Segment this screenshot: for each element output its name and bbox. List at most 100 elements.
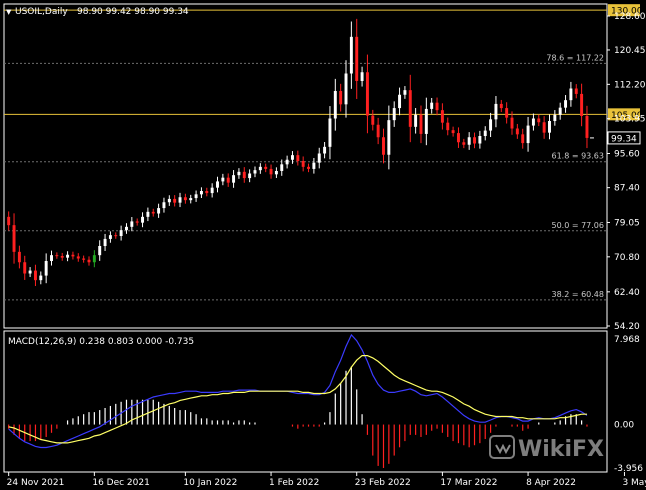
price-tick-label: 87.40 — [614, 184, 640, 194]
candle-body — [467, 137, 471, 145]
watermark-text: WikiFX — [518, 437, 604, 462]
candle-body — [39, 275, 43, 281]
fib-level-label: 50.0 = 77.06 — [551, 221, 604, 230]
candle-body — [119, 230, 123, 236]
candle-body — [60, 256, 64, 258]
candle-body — [456, 133, 460, 143]
candle-body — [333, 91, 337, 119]
candle-body — [478, 136, 482, 144]
candle-body — [108, 235, 112, 239]
candle-body — [33, 270, 37, 281]
candle-body — [430, 102, 434, 109]
candle-body — [403, 90, 407, 95]
candle-body — [323, 146, 327, 154]
candle-body — [125, 226, 128, 231]
candle-body — [274, 171, 278, 175]
symbol-header: ▼ USOIL,Daily 98.90 99.42 98.90 99.34 — [6, 7, 189, 17]
trading-chart[interactable]: 130.0078.6 = 117.22105.0061.8 = 93.6350.… — [0, 0, 646, 490]
candle-body — [17, 251, 21, 263]
candle-body — [183, 197, 187, 201]
candle-body — [162, 202, 166, 209]
candle-body — [253, 170, 257, 174]
candle-body — [290, 155, 294, 160]
candle-body — [98, 246, 102, 256]
candle-body — [349, 36, 353, 74]
candle-body — [531, 118, 535, 126]
candle-body — [66, 254, 70, 258]
candle-body — [216, 181, 219, 188]
candle-body — [71, 254, 75, 257]
candle-body — [87, 259, 91, 263]
candle-body — [178, 197, 182, 203]
candle-body — [574, 88, 578, 94]
candle-body — [355, 36, 359, 81]
symbol-menu-icon[interactable]: ▼ — [6, 8, 12, 16]
candle-body — [408, 90, 412, 127]
candle-body — [23, 262, 27, 274]
candle-body — [553, 114, 557, 121]
candle-body — [398, 94, 402, 109]
price-tick-label: 54.20 — [614, 322, 640, 332]
candle-body — [242, 171, 246, 179]
candle-body — [28, 270, 32, 274]
fib-level-label: 38.2 = 60.48 — [551, 290, 604, 299]
candle-body — [237, 171, 241, 176]
candle-body — [424, 108, 428, 134]
candle-body — [264, 166, 268, 169]
price-tick-label: 120.45 — [614, 46, 646, 56]
candle-body — [473, 137, 476, 144]
candle-body — [146, 211, 150, 217]
candle-body — [92, 255, 96, 263]
candle-body — [344, 73, 348, 105]
current-price-label: 99.34 — [611, 134, 637, 144]
candle-body — [558, 107, 562, 115]
candle-body — [269, 168, 273, 175]
candle-body — [296, 155, 300, 161]
time-tick-label: 17 Mar 2022 — [440, 478, 497, 488]
time-tick-label: 1 Feb 2022 — [269, 478, 319, 488]
candle-body — [317, 153, 321, 163]
price-tick-label: 79.05 — [614, 218, 640, 228]
price-tick-label: 128.60 — [614, 12, 646, 22]
candle-body — [521, 134, 525, 144]
candle-body — [483, 130, 487, 136]
fib-level-label: 61.8 = 93.63 — [551, 152, 604, 161]
time-tick-label: 8 Apr 2022 — [526, 478, 576, 488]
candle-body — [328, 118, 332, 147]
candle-body — [194, 194, 198, 199]
candle-body — [414, 114, 418, 127]
candle-body — [157, 208, 161, 214]
candle-body — [205, 191, 209, 194]
ohlc-values: 98.90 99.42 98.90 99.34 — [77, 7, 189, 17]
candle-body — [564, 100, 568, 108]
time-tick-label: 24 Nov 2021 — [7, 478, 65, 488]
candle-body — [419, 114, 423, 134]
candle-body — [167, 198, 171, 203]
candle-body — [462, 142, 466, 145]
candle-body — [569, 88, 573, 101]
price-tick-label: 112.20 — [614, 80, 646, 90]
candle-body — [173, 198, 177, 203]
candle-body — [285, 159, 289, 165]
candle-body — [510, 117, 514, 129]
candle-body — [339, 91, 343, 105]
candle-body — [392, 108, 396, 121]
candle-body — [451, 130, 455, 134]
candle-body — [44, 261, 48, 276]
candle-body — [258, 166, 262, 171]
candle-body — [189, 198, 193, 201]
candle-body — [50, 255, 53, 261]
candle-body — [76, 256, 80, 259]
macd-tick-label: -3.956 — [614, 464, 643, 474]
price-tick-label: 62.40 — [614, 288, 640, 298]
candle-body — [280, 164, 284, 171]
candle-body — [151, 211, 155, 214]
symbol-name: USOIL,Daily — [15, 7, 68, 17]
candle-body — [515, 128, 519, 135]
candle-body — [499, 103, 503, 109]
candle-body — [55, 255, 59, 257]
candle-body — [226, 177, 230, 183]
candle-body — [210, 187, 214, 194]
candle-body — [312, 162, 316, 169]
candle-body — [365, 72, 369, 116]
